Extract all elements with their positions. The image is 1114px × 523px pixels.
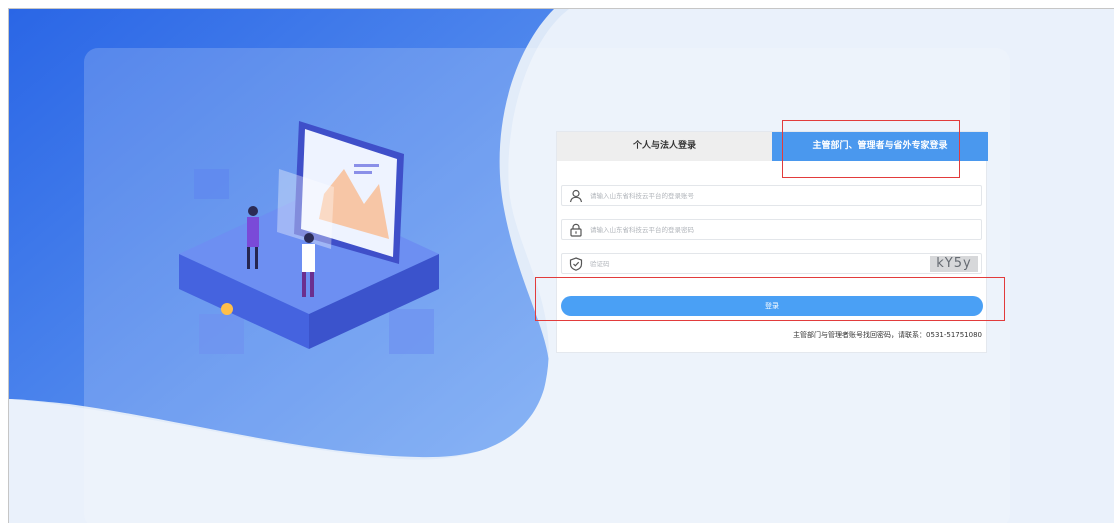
captcha-field: kY5y (561, 253, 982, 274)
login-button[interactable]: 登录 (561, 296, 983, 316)
account-field (561, 185, 982, 206)
user-icon (569, 189, 583, 203)
platform-illustration (179, 121, 439, 354)
page-background: 个人与法人登录 主管部门、管理者与省外专家登录 kY5y (8, 8, 1114, 523)
password-field (561, 219, 982, 240)
lock-icon (570, 223, 582, 237)
contact-info: 主管部门与管理者账号找回密码，请联系：0531-51751080 (793, 331, 982, 339)
password-input[interactable] (590, 222, 890, 237)
shield-check-icon (569, 257, 583, 271)
captcha-image[interactable]: kY5y (930, 256, 978, 272)
captcha-input[interactable] (590, 256, 890, 271)
login-tabs: 个人与法人登录 主管部门、管理者与省外专家登录 (557, 132, 988, 161)
tab-admin-login[interactable]: 主管部门、管理者与省外专家登录 (772, 132, 988, 161)
login-panel: 个人与法人登录 主管部门、管理者与省外专家登录 kY5y (556, 131, 988, 353)
tab-personal-login[interactable]: 个人与法人登录 (557, 132, 772, 161)
account-input[interactable] (590, 188, 890, 203)
